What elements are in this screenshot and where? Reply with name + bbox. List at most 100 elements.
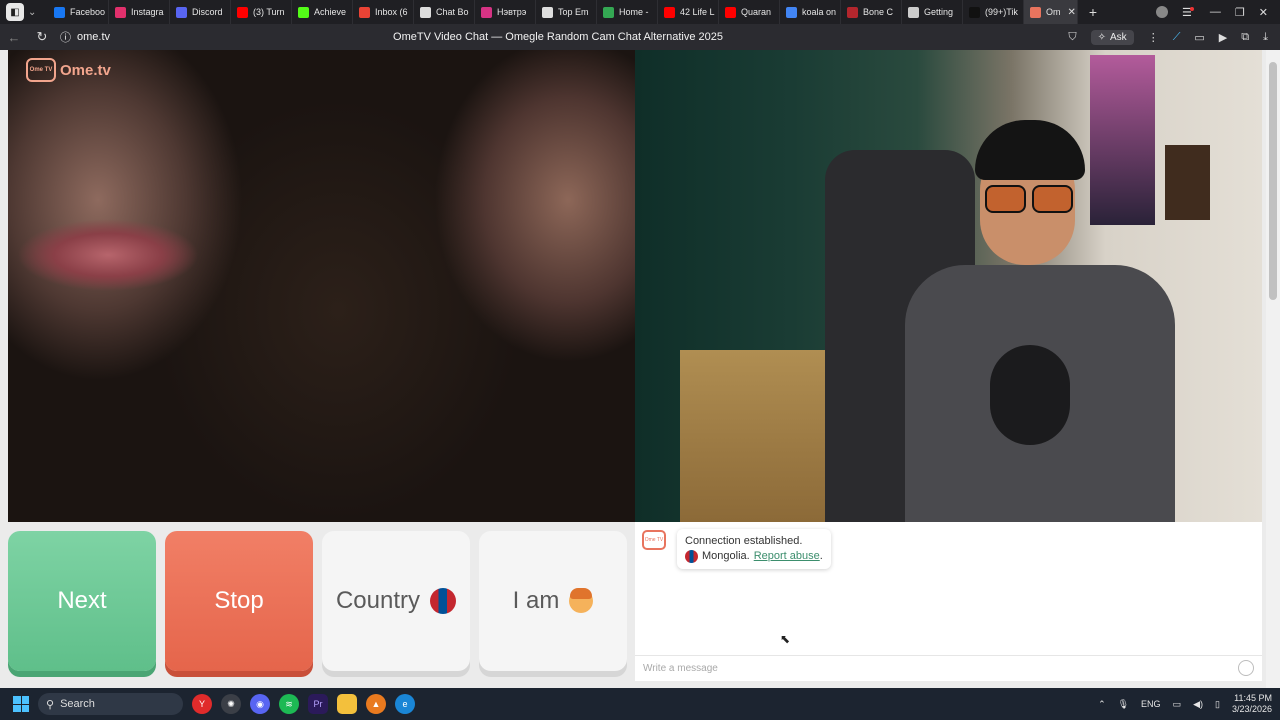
- taskbar-search[interactable]: ⚲ Search: [38, 693, 183, 715]
- stop-label: Stop: [214, 587, 264, 614]
- tab-favicon-icon: [725, 6, 736, 18]
- close-window-button[interactable]: ✕: [1259, 6, 1268, 19]
- ometv-logo[interactable]: Ome TV Ome.tv: [26, 58, 111, 82]
- browser-tab[interactable]: Faceboo: [48, 0, 109, 24]
- reload-button[interactable]: ↻: [28, 29, 56, 45]
- connection-status-text: Connection established.: [685, 535, 803, 547]
- tab-favicon-icon: [969, 6, 980, 18]
- yandex-browser-icon[interactable]: Y: [192, 694, 212, 714]
- system-tray: ⌃ 🎙 ENG ▭ ◀) ▯ 11:45 PM 3/23/2026: [1098, 688, 1272, 720]
- url-text[interactable]: ome.tv: [77, 31, 110, 43]
- gender-button[interactable]: I am: [479, 531, 627, 671]
- country-label: Country: [335, 587, 421, 614]
- browser-tab[interactable]: Quaran: [719, 0, 780, 24]
- browser-tab[interactable]: Нэвтрэ: [475, 0, 536, 24]
- url-field[interactable]: ⓘ ome.tv: [60, 29, 110, 45]
- taskbar-search-label: Search: [60, 698, 95, 710]
- menu-icon[interactable]: ☰: [1182, 6, 1196, 19]
- report-abuse-link[interactable]: Report abuse: [754, 550, 820, 562]
- microphone-icon[interactable]: 🎙: [1118, 699, 1129, 710]
- browser-tab[interactable]: Top Em: [536, 0, 597, 24]
- emoji-icon[interactable]: [1238, 660, 1254, 676]
- browser-tab[interactable]: koala on: [780, 0, 841, 24]
- browser-tab[interactable]: Instagra: [109, 0, 170, 24]
- restore-button[interactable]: ❐: [1235, 6, 1245, 19]
- clock[interactable]: 11:45 PM 3/23/2026: [1232, 693, 1272, 715]
- scrollbar-thumb[interactable]: [1269, 62, 1277, 300]
- message-bar: [635, 655, 1262, 681]
- video-person-hair: [975, 120, 1085, 180]
- tab-label: Inbox (6: [375, 7, 408, 17]
- browser-tab[interactable]: (3) Turn: [231, 0, 292, 24]
- browser-tab[interactable]: Bone C: [841, 0, 902, 24]
- page-title: OmeTV Video Chat — Omegle Random Cam Cha…: [393, 31, 723, 43]
- tab-label: Bone C: [863, 7, 894, 17]
- site-info-icon[interactable]: ⓘ: [60, 29, 71, 45]
- ometv-logo-icon: Ome TV: [26, 58, 56, 82]
- tab-list: Faceboo Instagra Discord (3) Turn Achieve Inb…: [48, 0, 1104, 24]
- sidebar-toggle-icon[interactable]: ◧: [6, 3, 24, 21]
- chat-panel: Ome TV Connection established. Mongolia.…: [635, 522, 1262, 681]
- message-input[interactable]: [643, 663, 1223, 674]
- video-microphone: [990, 345, 1070, 445]
- stop-button[interactable]: Stop: [165, 531, 313, 671]
- tab-favicon-icon: [237, 6, 248, 18]
- minimize-button[interactable]: —: [1210, 6, 1221, 18]
- browser-tab[interactable]: Chat Bo: [414, 0, 475, 24]
- profile-icon[interactable]: [1156, 6, 1169, 18]
- page-scrollbar[interactable]: [1266, 50, 1280, 688]
- tab-favicon-icon: [420, 6, 431, 18]
- chatgpt-icon[interactable]: ✺: [221, 694, 241, 714]
- next-button[interactable]: Next: [8, 531, 156, 671]
- discord-icon[interactable]: ◉: [250, 694, 270, 714]
- brave-icon[interactable]: ▲: [366, 694, 386, 714]
- spotify-icon[interactable]: ≋: [279, 694, 299, 714]
- bookmark-icon[interactable]: ⛉: [1068, 31, 1076, 44]
- windows-start-icon[interactable]: [13, 696, 29, 712]
- browser-tab[interactable]: Getting: [902, 0, 963, 24]
- close-tab-icon[interactable]: ✕: [1068, 7, 1076, 18]
- stranger-video: Ome TV Ome.tv: [8, 50, 635, 522]
- volume-icon[interactable]: ◀): [1193, 699, 1203, 710]
- media-icon[interactable]: ▶: [1219, 31, 1227, 44]
- country-button[interactable]: Country: [322, 531, 470, 671]
- browser-tab[interactable]: 42 Life L: [658, 0, 719, 24]
- language-indicator[interactable]: ENG: [1141, 699, 1161, 709]
- tray-overflow-icon[interactable]: ⌃: [1098, 699, 1106, 710]
- address-bar: ← ↻ ⓘ ome.tv OmeTV Video Chat — Omegle R…: [0, 24, 1280, 50]
- ask-button[interactable]: ✧ Ask: [1090, 29, 1134, 45]
- translate-icon[interactable]: ⟋: [1173, 31, 1181, 44]
- tab-label: koala on: [802, 7, 837, 17]
- browser-tab[interactable]: Inbox (6: [353, 0, 414, 24]
- tab-list-chevron-icon[interactable]: ⌄: [28, 7, 36, 18]
- download-icon[interactable]: ⤓: [1263, 31, 1268, 44]
- premiere-icon[interactable]: Pr: [308, 694, 328, 714]
- report-suffix: .: [819, 550, 823, 562]
- tab-label: Нэвтрэ: [497, 7, 527, 17]
- edge-icon[interactable]: e: [395, 694, 415, 714]
- video-person-glasses: [985, 185, 1073, 213]
- more-icon[interactable]: ⋮: [1148, 31, 1159, 44]
- display-icon[interactable]: ▭: [1173, 699, 1182, 710]
- partner-country: Mongolia.: [702, 550, 750, 562]
- browser-tab-active[interactable]: Om ✕: [1024, 0, 1078, 24]
- tab-favicon-icon: [115, 6, 126, 18]
- mongolia-flag-icon: [685, 550, 698, 563]
- tab-favicon-icon: [786, 6, 797, 18]
- tab-label: (99+)Tik: [985, 7, 1018, 17]
- tab-strip-left: ◧ ⌄: [0, 3, 48, 21]
- browser-tab[interactable]: (99+)Tik: [963, 0, 1024, 24]
- file-explorer-icon[interactable]: [337, 694, 357, 714]
- new-tab-button[interactable]: +: [1082, 4, 1104, 20]
- browser-tab[interactable]: Home -: [597, 0, 658, 24]
- browser-tab[interactable]: Discord: [170, 0, 231, 24]
- tab-label: Top Em: [558, 7, 589, 17]
- collections-icon[interactable]: ⧉: [1241, 31, 1249, 44]
- tab-icon[interactable]: ▭: [1194, 31, 1204, 44]
- tab-favicon-icon: [664, 6, 675, 18]
- mongolia-flag-icon: [430, 588, 457, 614]
- battery-icon[interactable]: ▯: [1215, 699, 1220, 710]
- tab-label: 42 Life L: [680, 7, 715, 17]
- back-button[interactable]: ←: [0, 30, 28, 45]
- browser-tab[interactable]: Achieve: [292, 0, 353, 24]
